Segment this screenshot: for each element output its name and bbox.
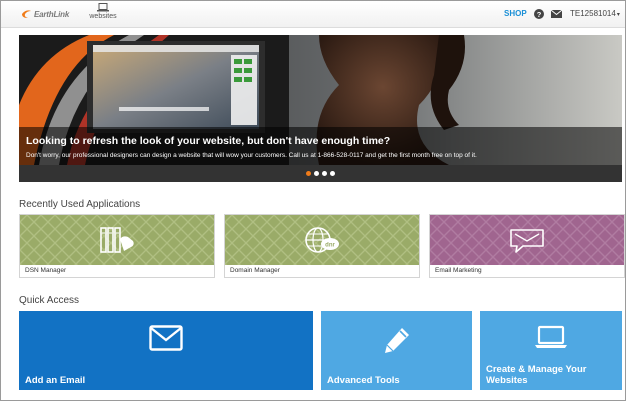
app-tile-email-marketing xyxy=(430,215,624,265)
app-tile-dsn-manager xyxy=(20,215,214,265)
websites-nav-label: websites xyxy=(89,13,117,20)
carousel-pagination xyxy=(19,165,622,182)
help-icon[interactable]: ? xyxy=(534,9,544,19)
svg-text:dnr: dnr xyxy=(325,243,335,249)
shop-link[interactable]: SHOP xyxy=(504,9,527,18)
quick-access-add-email-label: Add an Email xyxy=(25,375,86,386)
hero-description: Don't worry, our professional designers … xyxy=(26,152,477,159)
hero-carousel[interactable]: Looking to refresh the look of your webs… xyxy=(19,35,622,182)
carousel-dot-1[interactable] xyxy=(306,171,311,176)
app-label-dsn-manager: DSN Manager xyxy=(25,267,67,274)
quick-access-manage-websites-label: Create & Manage Your Websites xyxy=(486,364,587,386)
hero-title: Looking to refresh the look of your webs… xyxy=(26,135,391,147)
carousel-dot-4[interactable] xyxy=(330,171,335,176)
envelope-icon xyxy=(149,325,183,351)
carousel-dot-2[interactable] xyxy=(314,171,319,176)
earthlink-logo[interactable]: EarthLink xyxy=(21,8,69,20)
logo-text: EarthLink xyxy=(34,9,70,19)
top-bar: EarthLink websites SHOP ? TE12581014▾ xyxy=(1,1,625,28)
quick-access-manage-websites[interactable]: Create & Manage Your Websites xyxy=(480,311,622,390)
mail-icon[interactable] xyxy=(551,10,562,18)
chevron-down-icon: ▾ xyxy=(616,12,620,18)
laptop-icon xyxy=(535,325,567,348)
quick-access-advanced-tools-label: Advanced Tools xyxy=(327,375,400,386)
chat-bubble-icon xyxy=(510,229,544,253)
earthlink-logo-icon xyxy=(22,10,31,18)
pencil-icon xyxy=(384,328,409,353)
quick-access-heading: Quick Access xyxy=(19,295,80,306)
websites-nav-button[interactable]: websites xyxy=(86,3,120,25)
recent-apps-heading: Recently Used Applications xyxy=(19,199,141,210)
account-id: TE12581014 xyxy=(570,9,616,18)
carousel-dot-3[interactable] xyxy=(322,171,327,176)
app-tile-domain-manager: dnr xyxy=(225,215,419,265)
app-card-dsn-manager[interactable]: DSN Manager xyxy=(19,214,215,278)
servers-icon xyxy=(100,227,134,253)
quick-access-add-email[interactable]: Add an Email xyxy=(19,311,313,390)
svg-text:?: ? xyxy=(537,10,542,19)
quick-access-advanced-tools[interactable]: Advanced Tools xyxy=(321,311,472,390)
laptop-icon xyxy=(97,3,109,12)
app-card-email-marketing[interactable]: Email Marketing xyxy=(429,214,625,278)
app-label-email-marketing: Email Marketing xyxy=(435,267,482,274)
account-menu[interactable]: TE12581014▾ xyxy=(570,9,620,18)
app-label-domain-manager: Domain Manager xyxy=(230,267,280,274)
app-card-domain-manager[interactable]: dnr Domain Manager xyxy=(224,214,420,278)
globe-dnr-icon: dnr xyxy=(305,227,339,253)
